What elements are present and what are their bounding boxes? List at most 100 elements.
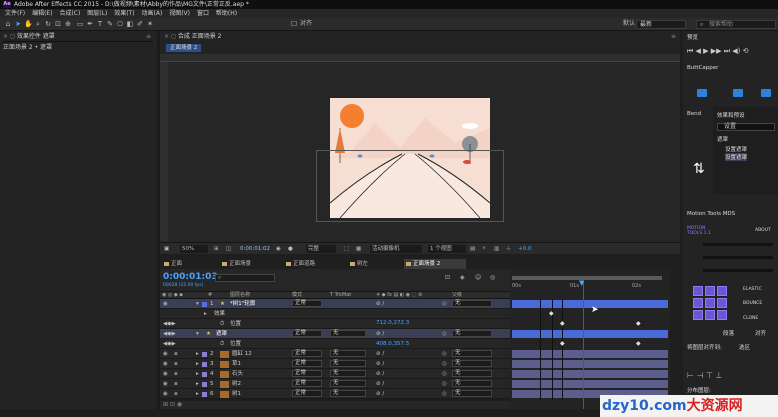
expand-arrow-icon[interactable]: ▸ [196, 359, 199, 369]
layer-bar-2[interactable] [512, 350, 668, 358]
roto-brush-tool-icon[interactable]: ✐ [136, 20, 144, 28]
effects-search-input[interactable]: 设置 [717, 123, 775, 131]
horizontal-ruler[interactable] [160, 54, 680, 62]
keyframe-icon[interactable]: ◆ [549, 310, 554, 317]
mask-position-value[interactable]: 712.0,272.3 [376, 320, 409, 326]
zoom-dropdown[interactable]: 50% [180, 245, 208, 253]
composition-flowchart-icon[interactable]: ⊡ [445, 274, 450, 281]
layer-label-color[interactable] [202, 351, 207, 357]
pickwhip-icon[interactable]: ◎ [442, 369, 447, 379]
zoom-tool-icon[interactable]: ⌕ [34, 20, 42, 28]
exposure-value[interactable]: +0.0 [518, 245, 531, 253]
layer-switches[interactable]: ⊘ / [376, 299, 384, 309]
buttcapper-button-1[interactable] [697, 89, 707, 97]
region-of-interest-icon[interactable]: ⬚ [344, 245, 349, 253]
work-area-bar[interactable] [512, 276, 662, 280]
rectangle-tool-icon[interactable]: ▭ [76, 20, 84, 28]
playhead-handle-icon[interactable]: ▼ [579, 279, 584, 287]
flowchart-icon[interactable]: ⊹ [506, 245, 511, 253]
draft-3d-icon[interactable]: ◈ [460, 274, 465, 281]
parent-dropdown[interactable]: 无 [452, 380, 492, 387]
menu-animation[interactable]: 动画(A) [142, 10, 163, 17]
layer-bar-5[interactable] [512, 380, 668, 388]
expand-arrow-icon[interactable]: ▸ [196, 379, 199, 389]
timeline-graph[interactable] [510, 269, 680, 409]
effects-item-selected[interactable]: 设置遮罩 [725, 153, 748, 161]
shy-layers-icon[interactable]: ☺ [475, 274, 481, 281]
visibility-icon[interactable]: ◉ [163, 359, 168, 369]
mode-dropdown[interactable]: 正常 [292, 380, 322, 387]
layer-name[interactable]: *树1"轮廓 [230, 299, 255, 309]
mode-dropdown[interactable]: 正常 [292, 360, 322, 367]
layer-row-position-2[interactable]: ◀◆▶ ⏱ 位置 408.0,357.5 [160, 339, 510, 349]
playback-controls[interactable]: ⏮ ◀ ▶ ▶▶ ⏭ ◀) ⟲ [687, 47, 748, 56]
keyframe-icon[interactable]: ◆ [636, 340, 641, 347]
layer-bar-1[interactable] [512, 300, 668, 308]
lock-icon[interactable]: ▪ [174, 379, 178, 389]
align-checkbox-icon[interactable]: ☐ [290, 20, 298, 28]
expand-arrow-icon[interactable]: ▸ [196, 349, 199, 359]
buttcapper-button-2[interactable] [733, 89, 743, 97]
resolution-dropdown[interactable]: 完整 [306, 245, 336, 253]
camera-tool-icon[interactable]: ⊡ [54, 20, 62, 28]
snapshot-icon[interactable]: ◉ [276, 245, 281, 253]
expand-arrow-icon[interactable]: ▸ [196, 369, 199, 379]
trkmat-dropdown[interactable]: 无 [330, 370, 366, 377]
mode-dropdown[interactable]: 正常 [292, 350, 322, 357]
visibility-icon[interactable]: ◉ [163, 379, 168, 389]
visibility-icon[interactable]: ◉ [163, 369, 168, 379]
menu-layer[interactable]: 图层(L) [87, 10, 107, 17]
trkmat-dropdown[interactable]: 无 [330, 330, 366, 337]
timeline-scrollbar[interactable] [670, 269, 680, 409]
layer-row-effects[interactable]: ▸ 效果 [160, 309, 510, 319]
col-layer-name[interactable]: 图层名称 [230, 292, 250, 299]
lock-icon[interactable]: ▪ [174, 349, 178, 359]
motion-tools-tab[interactable]: Motion Tools MDS [687, 211, 735, 217]
layer-switches[interactable]: ⊘ / [376, 349, 384, 359]
property-group-name[interactable]: 效果 [214, 309, 225, 319]
lock-icon[interactable]: ◻ [171, 33, 178, 40]
pickwhip-icon[interactable]: ◎ [442, 389, 447, 399]
motion-grid-button[interactable] [717, 310, 727, 320]
expand-arrow-icon[interactable]: ▾ [196, 329, 199, 339]
effects-presets-tab[interactable]: 效果和预设 [717, 111, 745, 119]
comp-breadcrumb[interactable]: 正面场景 2 [166, 44, 202, 52]
menu-effect[interactable]: 效果(T) [114, 10, 134, 17]
keyframe-nav-icon[interactable]: ◀◆▶ [163, 329, 176, 339]
mask-visibility-icon[interactable]: ◫ [226, 245, 231, 253]
playhead[interactable] [583, 281, 584, 409]
toggle-switches-icon[interactable]: ⊞ ⊡ ◉ [163, 401, 182, 408]
pickwhip-icon[interactable]: ◎ [442, 379, 447, 389]
effect-controls-tab[interactable]: × ◻ 效果控件 遮罩 ≡ [3, 32, 153, 42]
mode-dropdown[interactable]: 正常 [292, 300, 322, 307]
tab-timeline-4[interactable]: 正面场景 2 [404, 259, 466, 269]
layer-label-color[interactable] [202, 381, 207, 387]
grid-icon[interactable]: ⊞ [214, 245, 219, 253]
workspace-dropdown[interactable]: 最新 [636, 20, 686, 29]
layer-name[interactable]: 遮罩 [216, 329, 227, 339]
menu-window[interactable]: 窗口 [197, 10, 209, 17]
layer-name[interactable]: 树2 [232, 379, 241, 389]
tab-timeline-2[interactable]: 正面道路 [284, 259, 340, 269]
visibility-icon[interactable]: ◉ [163, 349, 168, 359]
keyframe-icon[interactable]: ◆ [636, 320, 641, 327]
layer-row-1[interactable]: ◉ ▾ 1 ★ *树1"轮廓 正常 ⊘ / ◎ 无 [160, 299, 510, 309]
parent-dropdown[interactable]: 无 [452, 370, 492, 377]
mode-dropdown[interactable]: 正常 [292, 330, 322, 337]
type-tool-icon[interactable]: T [96, 20, 104, 28]
keyframe-icon[interactable]: ◆ [560, 340, 565, 347]
home-icon[interactable]: ⌂ [4, 20, 12, 28]
align-buttons[interactable]: ⊢ ⊣ ⊤ ⊥ [687, 371, 723, 380]
effects-item[interactable]: 设置遮罩 [725, 145, 747, 153]
clone-stamp-tool-icon[interactable]: ⎔ [116, 20, 124, 28]
channel-icon[interactable]: ● [288, 245, 293, 253]
ram-preview-icon[interactable]: ▣ [164, 245, 169, 253]
close-icon[interactable]: × [164, 33, 171, 40]
layer-row-6[interactable]: ◉ ▪ ▸ 6 树1 正常 无 ⊘ / ◎ 无 [160, 389, 510, 399]
pen-tool-icon[interactable]: ✒ [86, 20, 94, 28]
mode-dropdown[interactable]: 正常 [292, 390, 322, 397]
close-icon[interactable]: × [3, 33, 10, 40]
help-search-input[interactable]: ⌕ 搜索帮助 [696, 20, 776, 29]
layer-name[interactable]: 树1 [232, 389, 241, 399]
layer-row-2[interactable]: ◉ ▪ ▸ 2 圆缸 12 正常 无 ⊘ / ◎ 无 [160, 349, 510, 359]
